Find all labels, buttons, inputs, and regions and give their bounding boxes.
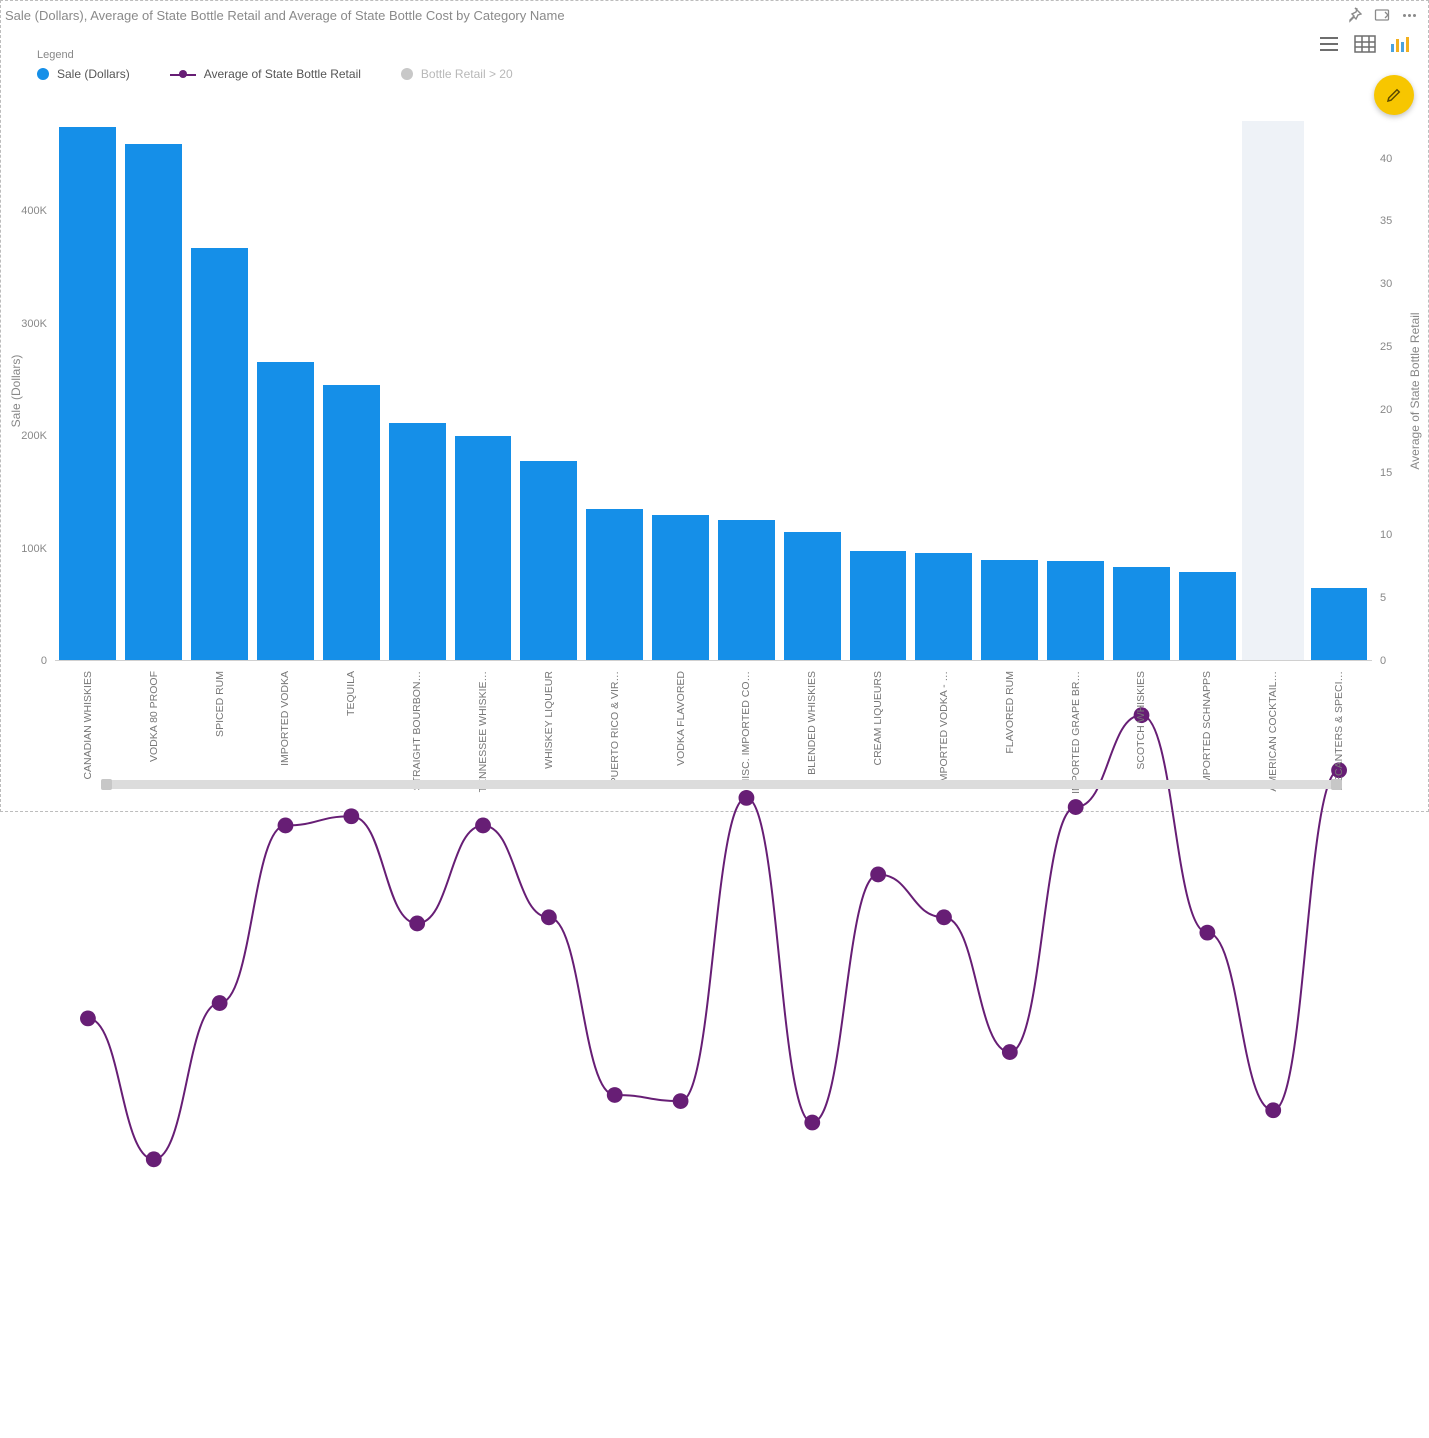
y-axis-left-label: Sale (Dollars) bbox=[9, 355, 23, 428]
title-actions bbox=[1346, 7, 1418, 23]
x-baseline bbox=[55, 660, 1372, 661]
legend-title: Legend bbox=[37, 49, 513, 61]
list-view-icon[interactable] bbox=[1316, 33, 1342, 55]
line-point[interactable] bbox=[146, 1151, 162, 1167]
focus-mode-icon[interactable] bbox=[1374, 7, 1390, 23]
legend-label: Average of State Bottle Retail bbox=[204, 67, 361, 81]
y-tick: 300K bbox=[7, 318, 47, 330]
dot-icon bbox=[401, 68, 413, 80]
legend-label: Sale (Dollars) bbox=[57, 67, 130, 81]
y2-tick: 40 bbox=[1380, 153, 1420, 165]
chart-view-icon[interactable] bbox=[1388, 33, 1414, 55]
titlebar: Sale (Dollars), Average of State Bottle … bbox=[1, 1, 1428, 29]
line-point[interactable] bbox=[673, 1093, 689, 1109]
y-tick: 100K bbox=[7, 543, 47, 555]
line-point[interactable] bbox=[212, 995, 228, 1011]
line-point[interactable] bbox=[343, 808, 359, 824]
pin-icon[interactable] bbox=[1346, 7, 1362, 23]
visual-container: Sale (Dollars), Average of State Bottle … bbox=[0, 0, 1429, 812]
y-tick: 0 bbox=[7, 655, 47, 667]
legend-label: Bottle Retail > 20 bbox=[421, 67, 513, 81]
scrollbar-thumb[interactable] bbox=[101, 780, 1342, 789]
line-point[interactable] bbox=[1068, 799, 1084, 815]
y2-tick: 30 bbox=[1380, 278, 1420, 290]
line-point[interactable] bbox=[541, 909, 557, 925]
y2-tick: 10 bbox=[1380, 529, 1420, 541]
y2-tick: 0 bbox=[1380, 655, 1420, 667]
line-point[interactable] bbox=[1002, 1044, 1018, 1060]
y-tick: 200K bbox=[7, 430, 47, 442]
legend-item-sale[interactable]: Sale (Dollars) bbox=[37, 67, 130, 81]
edit-pencil-button[interactable] bbox=[1374, 75, 1414, 115]
y-axis-right-label: Average of State Bottle Retail bbox=[1408, 312, 1422, 469]
line-point[interactable] bbox=[936, 909, 952, 925]
legend: Legend Sale (Dollars) Average of State B… bbox=[37, 49, 513, 81]
legend-item-retail[interactable]: Average of State Bottle Retail bbox=[170, 67, 361, 81]
line-point[interactable] bbox=[1199, 925, 1215, 941]
line-point[interactable] bbox=[607, 1087, 623, 1103]
y2-tick: 5 bbox=[1380, 592, 1420, 604]
horizontal-scrollbar[interactable] bbox=[101, 780, 1342, 789]
line-point[interactable] bbox=[1265, 1102, 1281, 1118]
plot[interactable] bbox=[55, 121, 1372, 661]
view-switcher bbox=[1316, 33, 1414, 55]
line-marker-icon bbox=[170, 68, 196, 80]
more-options-icon[interactable] bbox=[1402, 7, 1418, 23]
line-point[interactable] bbox=[80, 1010, 96, 1026]
line-point[interactable] bbox=[278, 818, 294, 834]
dot-icon bbox=[37, 68, 49, 80]
line-point[interactable] bbox=[870, 867, 886, 883]
y2-tick: 35 bbox=[1380, 215, 1420, 227]
line-point[interactable] bbox=[475, 818, 491, 834]
chart-title: Sale (Dollars), Average of State Bottle … bbox=[5, 8, 1346, 23]
plot-area: 0100K200K300K400K 0510152025303540 Sale … bbox=[55, 121, 1372, 661]
y-tick: 400K bbox=[7, 205, 47, 217]
grid-view-icon[interactable] bbox=[1352, 33, 1378, 55]
line-point[interactable] bbox=[804, 1115, 820, 1131]
line-point[interactable] bbox=[409, 916, 425, 932]
legend-item-cost[interactable]: Bottle Retail > 20 bbox=[401, 67, 513, 81]
